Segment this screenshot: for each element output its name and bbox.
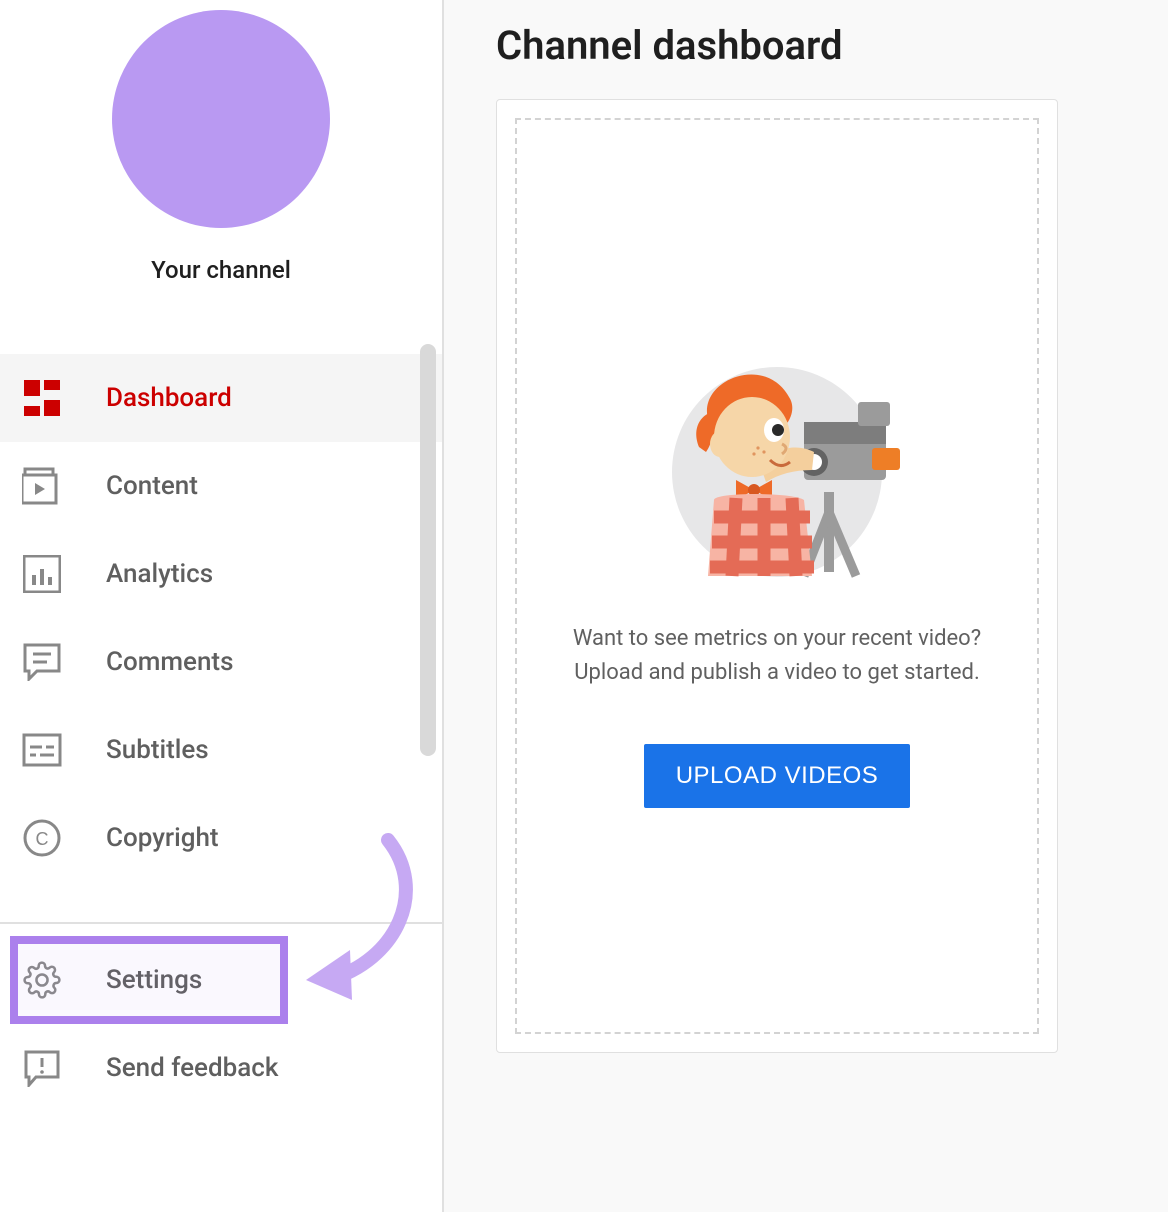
sidebar: Your channel Dashboard xyxy=(0,0,444,1212)
comments-icon xyxy=(20,643,64,681)
sidebar-item-copyright[interactable]: C Copyright xyxy=(0,794,442,882)
upload-prompt: Want to see metrics on your recent video… xyxy=(573,622,981,690)
sidebar-bottom-nav: Settings Send feedback xyxy=(0,924,442,1112)
sidebar-item-content[interactable]: Content xyxy=(0,442,442,530)
upload-videos-button[interactable]: UPLOAD VIDEOS xyxy=(644,744,911,808)
channel-avatar[interactable] xyxy=(112,10,330,228)
sidebar-nav: Dashboard Content xyxy=(0,354,442,882)
upload-prompt-line2: Upload and publish a video to get starte… xyxy=(574,660,980,685)
sidebar-item-analytics[interactable]: Analytics xyxy=(0,530,442,618)
upload-card-dropzone[interactable]: Want to see metrics on your recent video… xyxy=(515,118,1039,1034)
sidebar-item-settings[interactable]: Settings xyxy=(0,936,442,1024)
dashboard-icon xyxy=(20,380,64,416)
sidebar-item-subtitles[interactable]: Subtitles xyxy=(0,706,442,794)
sidebar-item-dashboard[interactable]: Dashboard xyxy=(0,354,442,442)
sidebar-item-label: Dashboard xyxy=(106,383,232,413)
sidebar-scrollbar[interactable] xyxy=(420,344,436,756)
sidebar-item-label: Analytics xyxy=(106,559,213,589)
main-content: Channel dashboard xyxy=(444,0,1168,1212)
content-icon xyxy=(20,466,64,506)
subtitles-icon xyxy=(20,733,64,767)
analytics-icon xyxy=(20,555,64,593)
upload-card: Want to see metrics on your recent video… xyxy=(496,99,1058,1053)
settings-icon xyxy=(20,961,64,999)
channel-label: Your channel xyxy=(151,256,291,284)
sidebar-item-label: Settings xyxy=(106,965,202,995)
sidebar-item-label: Copyright xyxy=(106,823,219,853)
sidebar-item-label: Comments xyxy=(106,647,233,677)
upload-prompt-line1: Want to see metrics on your recent video… xyxy=(573,626,981,651)
sidebar-item-comments[interactable]: Comments xyxy=(0,618,442,706)
svg-text:C: C xyxy=(36,829,49,849)
sidebar-item-label: Subtitles xyxy=(106,735,209,765)
sidebar-item-feedback[interactable]: Send feedback xyxy=(0,1024,442,1112)
page-title: Channel dashboard xyxy=(496,0,1116,99)
sidebar-item-label: Content xyxy=(106,471,198,501)
copyright-icon: C xyxy=(20,819,64,857)
sidebar-item-label: Send feedback xyxy=(106,1053,278,1083)
sidebar-header: Your channel xyxy=(0,0,442,354)
feedback-icon xyxy=(20,1049,64,1087)
upload-illustration xyxy=(654,352,900,582)
